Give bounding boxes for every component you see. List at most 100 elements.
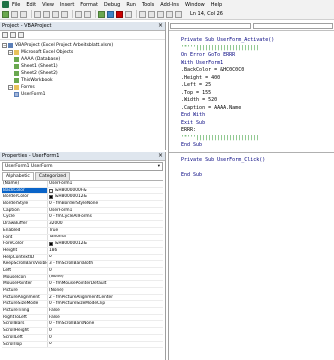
code-line[interactable]: Private Sub UserForm_Click() bbox=[181, 157, 334, 165]
property-row[interactable]: ForeColor &H80000012& bbox=[2, 241, 163, 248]
property-row[interactable]: Caption UserForm1 bbox=[2, 207, 163, 215]
menu-file[interactable]: File bbox=[12, 2, 20, 8]
property-value[interactable]: 0 bbox=[48, 342, 163, 348]
reset-icon[interactable] bbox=[116, 10, 123, 18]
tree-item[interactable]: AAAA (Database) bbox=[2, 56, 165, 63]
property-row[interactable]: Picture (None) bbox=[2, 288, 163, 295]
property-row[interactable]: MouseIcon (None) bbox=[2, 274, 163, 282]
menu-insert[interactable]: Insert bbox=[60, 2, 74, 8]
property-row[interactable]: ScrollBars 0 - fmScrollBarsNone bbox=[2, 321, 163, 329]
run-icon[interactable] bbox=[98, 10, 105, 18]
tree-item[interactable]: − Forms bbox=[2, 84, 165, 91]
menu-view[interactable]: View bbox=[42, 2, 54, 8]
object-browser-icon[interactable] bbox=[157, 10, 164, 18]
property-row[interactable]: Left 0 bbox=[2, 267, 163, 275]
tab-alphabetic[interactable]: Alphabetic bbox=[2, 172, 34, 180]
properties-window-icon[interactable] bbox=[148, 10, 155, 18]
toggle-folders-icon[interactable] bbox=[18, 32, 24, 38]
property-row[interactable]: Font Tahoma bbox=[2, 234, 163, 242]
property-row[interactable]: PictureSizeMode 0 - fmPictureSizeModeClip bbox=[2, 301, 163, 309]
code-line[interactable]: Private Sub UserForm_Activate() bbox=[181, 37, 334, 45]
tree-item[interactable]: − VBAProject (Excel Project Arbeitsblatt.… bbox=[2, 42, 165, 49]
procedure-dropdown[interactable] bbox=[252, 23, 333, 29]
property-row[interactable]: MousePointer 0 - fmMousePointerDefault bbox=[2, 281, 163, 288]
cut-icon[interactable] bbox=[34, 10, 41, 18]
property-value[interactable]: True bbox=[48, 228, 163, 234]
tree-item[interactable]: UserForm1 bbox=[2, 91, 165, 98]
property-row[interactable]: BorderStyle 0 - fmBorderStyleNone bbox=[2, 201, 163, 208]
tree-item[interactable]: ThisWorkbook bbox=[2, 77, 165, 84]
project-explorer-icon[interactable] bbox=[139, 10, 146, 18]
help-icon[interactable] bbox=[175, 10, 182, 18]
toolbox-icon[interactable] bbox=[166, 10, 173, 18]
save-icon[interactable] bbox=[20, 10, 27, 18]
expander-icon[interactable]: − bbox=[8, 50, 13, 55]
code-line[interactable]: .Height = 400 bbox=[181, 75, 334, 83]
property-row[interactable]: BorderColor &H80000012& bbox=[2, 194, 163, 202]
property-row[interactable]: Height 186 bbox=[2, 247, 163, 255]
property-value[interactable]: UserForm1 bbox=[48, 208, 163, 214]
design-mode-icon[interactable] bbox=[125, 10, 132, 18]
insert-userform-icon[interactable] bbox=[11, 10, 18, 18]
property-value[interactable]: 0 bbox=[48, 268, 163, 274]
close-icon[interactable]: × bbox=[158, 153, 163, 159]
code-line[interactable]: '"'''||||||||||||||||||||| bbox=[181, 135, 334, 143]
code-line[interactable]: With UserForm1 bbox=[181, 60, 334, 68]
chevron-down-icon[interactable]: ▾ bbox=[158, 164, 160, 169]
code-line[interactable]: End Sub bbox=[181, 142, 334, 150]
copy-icon[interactable] bbox=[43, 10, 50, 18]
tree-item[interactable]: Sheet1 (Sheet1) bbox=[2, 63, 165, 70]
property-value[interactable]: (None) bbox=[48, 275, 163, 281]
property-value[interactable]: 0 bbox=[48, 328, 163, 334]
property-row[interactable]: Enabled True bbox=[2, 227, 163, 235]
property-value[interactable]: 0 - fmBorderStyleNone bbox=[48, 201, 163, 207]
property-value[interactable]: 0 bbox=[48, 255, 163, 261]
property-row[interactable]: KeepScrollBarsVisible 3 - fmScrollBarsBot… bbox=[2, 261, 163, 268]
property-row[interactable]: Cycle 0 - fmCycleAllForms bbox=[2, 214, 163, 222]
property-value[interactable]: False bbox=[48, 315, 163, 321]
property-value[interactable]: False bbox=[48, 308, 163, 314]
property-value[interactable]: (None) bbox=[48, 288, 163, 294]
property-value[interactable]: 0 bbox=[48, 335, 163, 341]
property-value[interactable]: 0 - fmCycleAllForms bbox=[48, 214, 163, 220]
property-row[interactable]: HelpContextID 0 bbox=[2, 254, 163, 262]
tab-categorized[interactable]: Categorized bbox=[34, 172, 71, 180]
property-value[interactable]: 186 bbox=[48, 248, 163, 254]
property-value[interactable]: UserForm1 bbox=[48, 181, 163, 187]
property-row[interactable]: ScrollLeft 0 bbox=[2, 334, 163, 342]
menu-edit[interactable]: Edit bbox=[26, 2, 36, 8]
undo-icon[interactable] bbox=[75, 10, 82, 18]
menu-debug[interactable]: Debug bbox=[104, 2, 120, 8]
menu-help[interactable]: Help bbox=[211, 2, 222, 8]
property-row[interactable]: ScrollHeight 0 bbox=[2, 328, 163, 335]
property-value[interactable]: &H80000012& bbox=[48, 241, 163, 247]
object-dropdown[interactable] bbox=[170, 23, 251, 29]
object-selector[interactable]: UserForm1 UserForm ▾ bbox=[2, 162, 163, 171]
menu-addins[interactable]: Add-Ins bbox=[160, 2, 179, 8]
property-row[interactable]: RightToLeft False bbox=[2, 314, 163, 322]
code-line[interactable]: .Left = 25 bbox=[181, 82, 334, 90]
view-object-icon[interactable] bbox=[10, 32, 16, 38]
property-row[interactable]: (Name) UserForm1 bbox=[2, 181, 163, 188]
property-row[interactable]: PictureAlignment 2 - fmPictureAlignmentCe… bbox=[2, 294, 163, 302]
code-line[interactable]: .Top = 155 bbox=[181, 90, 334, 98]
property-value[interactable]: 3 - fmScrollBarsBoth bbox=[48, 261, 163, 267]
property-row[interactable]: PictureTiling False bbox=[2, 308, 163, 315]
find-icon[interactable] bbox=[61, 10, 68, 18]
property-value[interactable]: Tahoma bbox=[48, 235, 163, 241]
code-editor[interactable]: Private Sub UserForm_Activate() '"'''||||… bbox=[169, 31, 334, 179]
property-row[interactable]: BackColor &H8000000F& bbox=[2, 187, 163, 195]
menu-run[interactable]: Run bbox=[126, 2, 136, 8]
property-value[interactable]: 32000 bbox=[48, 221, 163, 227]
code-line[interactable]: End Sub bbox=[181, 172, 334, 180]
menu-tools[interactable]: Tools bbox=[142, 2, 154, 8]
property-value[interactable]: &H8000000F& bbox=[48, 188, 163, 194]
property-row[interactable]: ScrollTop 0 bbox=[2, 341, 163, 349]
property-value[interactable]: &H80000012& bbox=[48, 194, 163, 200]
menu-format[interactable]: Format bbox=[80, 2, 98, 8]
code-line[interactable]: '"'''||||||||||||||||||||| bbox=[181, 45, 334, 53]
property-value[interactable]: 0 - fmMousePointerDefault bbox=[48, 281, 163, 287]
expander-icon[interactable]: − bbox=[8, 85, 13, 90]
code-line[interactable] bbox=[181, 164, 334, 172]
code-line[interactable]: .Caption = AAAA.Name bbox=[181, 105, 334, 113]
